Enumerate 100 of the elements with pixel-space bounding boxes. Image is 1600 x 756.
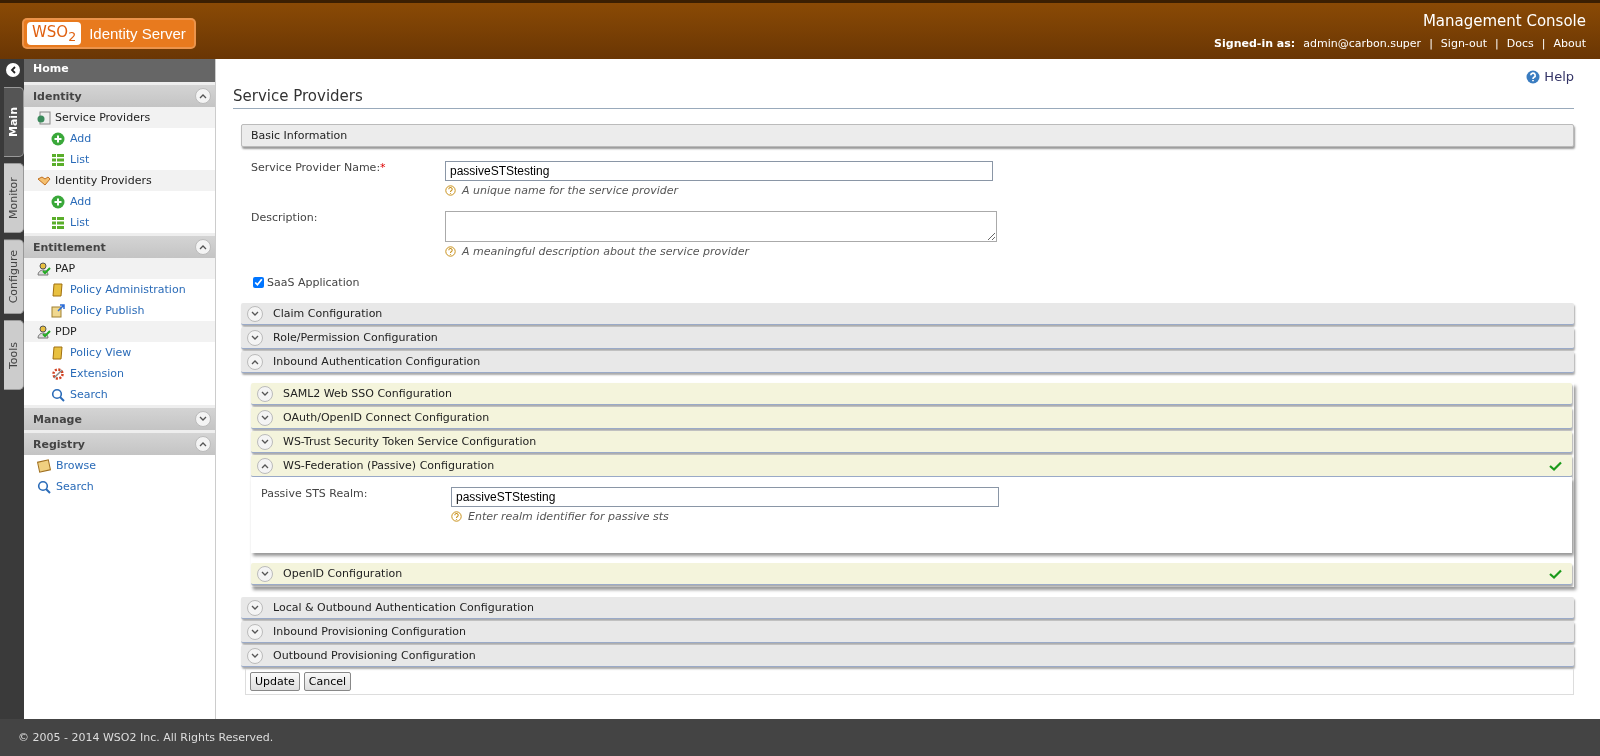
toggle-button[interactable] [247, 599, 263, 616]
section-title: Role/Permission Configuration [273, 331, 439, 344]
toggle-button[interactable] [247, 329, 263, 346]
header-link[interactable]: About [1553, 37, 1586, 50]
section-header[interactable]: OpenID Configuration [251, 563, 1572, 585]
section-title: OAuth/OpenID Connect Configuration [283, 411, 491, 424]
section-title: Local & Outbound Authentication Configuration [273, 601, 535, 614]
sidebar-section-header[interactable]: Manage [24, 405, 215, 430]
question-icon [445, 185, 456, 196]
section-header[interactable]: Inbound Authentication Configuration [241, 351, 1574, 373]
header-link[interactable]: Sign-out [1440, 37, 1488, 50]
collapse-button[interactable] [6, 63, 20, 77]
section-header[interactable]: Outbound Provisioning Configuration [241, 645, 1574, 667]
section-header[interactable]: OAuth/OpenID Connect Configuration [251, 407, 1572, 429]
input-field[interactable]: passiveSTStesting [445, 161, 993, 181]
sidebar-link[interactable]: Policy Administration [24, 279, 215, 300]
sidebar-item[interactable]: Identity Providers [24, 170, 215, 191]
checkbox[interactable] [253, 277, 264, 288]
toggle-button[interactable] [195, 239, 211, 255]
side-tab[interactable]: Main [4, 87, 24, 157]
sidebar-link[interactable]: Search [24, 384, 215, 405]
home-link[interactable]: Home [24, 59, 215, 82]
form-button[interactable]: Cancel [303, 672, 352, 691]
side-tab[interactable]: Monitor [4, 163, 24, 233]
toggle-button[interactable] [195, 411, 211, 427]
sidebar-link[interactable]: Policy View [24, 342, 215, 363]
toggle-button[interactable] [257, 565, 273, 582]
user-check-icon [37, 261, 51, 276]
sidebar-section-header[interactable]: Identity [24, 82, 215, 107]
chevron-down-icon [261, 390, 269, 397]
sidebar-section-title: Identity [33, 89, 82, 103]
field-label: Description: [251, 211, 319, 226]
sidebar-link[interactable]: Extension [24, 363, 215, 384]
side-tab[interactable]: Configure [4, 239, 24, 315]
toggle-button[interactable] [257, 433, 273, 450]
toggle-button[interactable] [247, 623, 263, 640]
form-button[interactable]: Update [250, 672, 300, 691]
console-title: Management Console [1422, 12, 1586, 30]
toggle-button[interactable] [247, 353, 263, 370]
side-tab[interactable]: Tools [4, 320, 24, 391]
sidebar-link[interactable]: Add [24, 128, 215, 149]
sidebar-section-header[interactable]: Registry [24, 430, 215, 455]
field-label: Service Provider Name:* [251, 161, 387, 176]
search-icon [51, 387, 65, 402]
header-link[interactable]: Docs [1506, 37, 1534, 50]
textarea-field[interactable] [445, 211, 997, 242]
help-icon [1526, 69, 1541, 84]
page-title: Service Providers [233, 87, 1574, 109]
chevron-down-icon [251, 310, 259, 317]
section-header[interactable]: Role/Permission Configuration [241, 327, 1574, 349]
input-field[interactable]: passiveSTStesting [451, 487, 999, 507]
section-header[interactable]: Claim Configuration [241, 303, 1574, 325]
chevron-down-icon [251, 604, 259, 611]
sidebar-link[interactable]: List [24, 212, 215, 233]
hint-text: A meaningful description about the service provider [462, 245, 750, 258]
chevron-up-icon [261, 462, 269, 469]
sidebar-link[interactable]: Search [24, 476, 215, 497]
toggle-button[interactable] [257, 385, 273, 402]
section-title: Claim Configuration [273, 307, 384, 320]
logo-brand: WSO$_{2}$ [27, 22, 82, 45]
plus-icon [51, 131, 65, 146]
chevron-left-icon [10, 66, 16, 74]
chevron-up-icon [251, 358, 259, 365]
chevron-down-icon [261, 438, 269, 445]
section-title: Outbound Provisioning Configuration [273, 649, 477, 662]
toggle-button[interactable] [195, 88, 211, 104]
checkbox-label[interactable]: SaaS Application [241, 258, 1574, 303]
toggle-button[interactable] [257, 409, 273, 426]
section-header[interactable]: WS-Federation (Passive) Configuration [251, 455, 1572, 477]
logo-product: Identity Server [89, 25, 186, 42]
sidebar-link[interactable]: Add [24, 191, 215, 212]
sidebar-item[interactable]: PDP [24, 321, 215, 342]
toggle-button[interactable] [247, 647, 263, 664]
toggle-button[interactable] [257, 457, 273, 474]
sidebar-section-title: Manage [33, 412, 82, 426]
sidebar-link[interactable]: Browse [24, 455, 215, 476]
section-title: OpenID Configuration [283, 567, 404, 580]
section-title: Inbound Authentication Configuration [273, 355, 482, 368]
chevron-up-icon [199, 93, 207, 99]
sidebar-item[interactable]: Service Providers [24, 107, 215, 128]
sidebar-link[interactable]: Policy Publish [24, 300, 215, 321]
section-header[interactable]: Inbound Provisioning Configuration [241, 621, 1574, 643]
sidebar-section-header[interactable]: Entitlement [24, 233, 215, 258]
section-header[interactable]: SAML2 Web SSO Configuration [251, 383, 1572, 405]
checkmark-icon [1549, 568, 1562, 579]
toggle-button[interactable] [247, 305, 263, 322]
hint-text: A unique name for the service provider [462, 184, 679, 197]
section-header[interactable]: WS-Trust Security Token Service Configuration [251, 431, 1572, 453]
sidebar-link[interactable]: List [24, 149, 215, 170]
hint-text: Enter realm identifier for passive sts [468, 510, 669, 523]
separator: | [1429, 37, 1433, 50]
toggle-button[interactable] [195, 436, 211, 452]
sidebar-section-title: Entitlement [33, 240, 106, 254]
sidebar-item[interactable]: PAP [24, 258, 215, 279]
help-link[interactable]: Help [1526, 69, 1574, 84]
user-name: admin@carbon.super [1303, 37, 1422, 50]
checkmark-icon [1549, 460, 1562, 471]
section-header: Basic Information [241, 124, 1574, 147]
section-header[interactable]: Local & Outbound Authentication Configuration [241, 597, 1574, 619]
footer-text: © 2005 - 2014 WSO2 Inc. All Rights Reserved. [0, 719, 1600, 756]
